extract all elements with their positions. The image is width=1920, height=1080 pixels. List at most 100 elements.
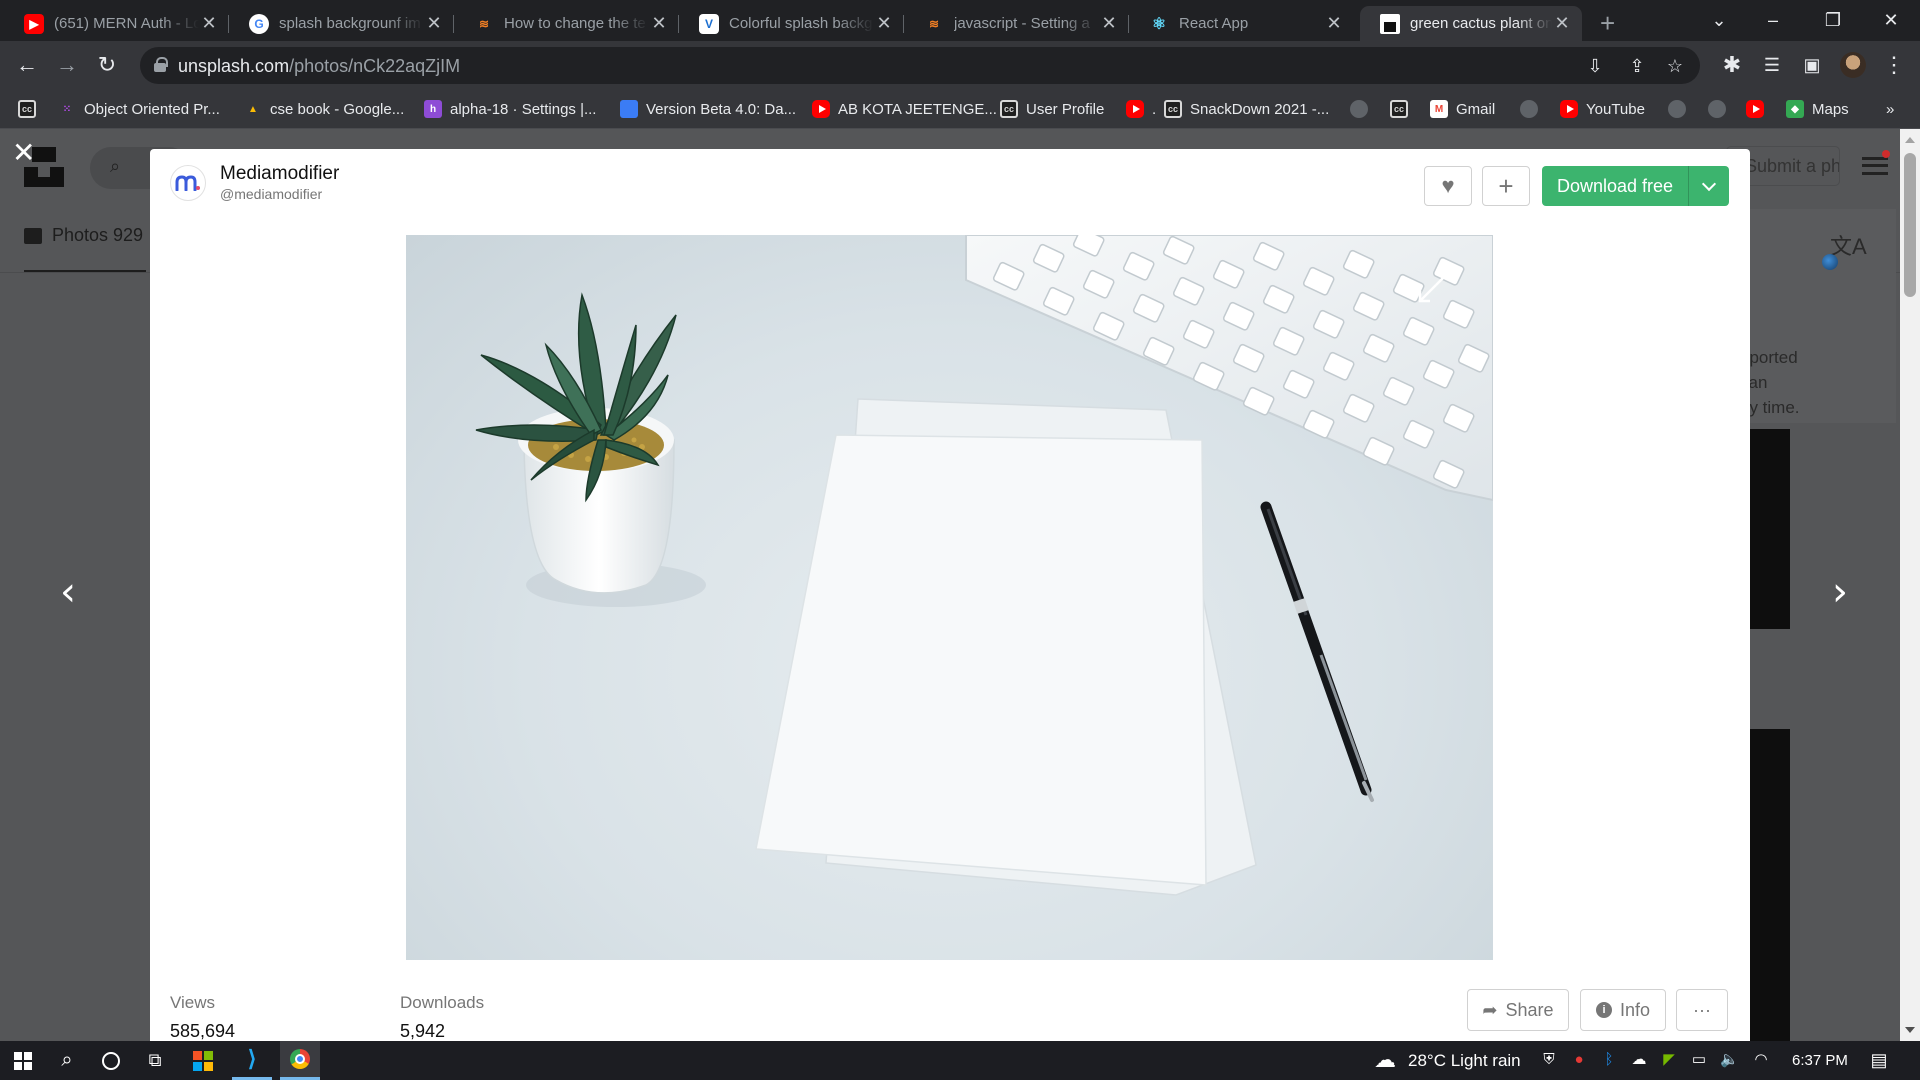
more-actions-button[interactable]: ··· — [1676, 989, 1728, 1031]
bluetooth-icon[interactable]: ᛒ — [1600, 1051, 1618, 1069]
security-shield-icon[interactable]: ⛨ — [1540, 1051, 1558, 1069]
weather-cloud-icon[interactable]: ☁ — [1370, 1049, 1400, 1071]
battery-icon[interactable]: ▭ — [1690, 1051, 1708, 1069]
search-icon[interactable]: ⌕ — [52, 1041, 82, 1080]
download-size-dropdown[interactable] — [1688, 166, 1729, 206]
close-tab-icon[interactable]: ✕ — [424, 13, 444, 34]
close-tab-icon[interactable]: ✕ — [1324, 13, 1344, 34]
address-bar[interactable]: unsplash.com/photos/nCk22aqZjIM ⇩ ⇪ ☆ — [140, 47, 1700, 84]
notification-dot — [1882, 150, 1890, 158]
author-info[interactable]: Mediamodifier @mediamodifier — [170, 163, 339, 203]
bookmark-cse-book[interactable]: ▲ cse book - Google... — [244, 98, 404, 120]
vscode-app-icon[interactable]: ⟩ — [232, 1041, 272, 1080]
restore-icon[interactable]: ❐ — [1810, 4, 1856, 36]
minimize-icon[interactable]: – — [1750, 4, 1796, 36]
author-handle[interactable]: @mediamodifier — [220, 185, 339, 203]
next-photo-arrow[interactable]: › — [1832, 569, 1848, 615]
main-photo[interactable] — [406, 235, 1493, 960]
weather-text[interactable]: 28°C Light rain — [1408, 1041, 1521, 1080]
tab-colorful-splash[interactable]: V Colorful splash backg ✕ — [679, 6, 904, 41]
add-to-collection-button[interactable]: + — [1482, 166, 1530, 206]
close-window-icon[interactable]: ✕ — [1868, 4, 1914, 36]
action-center-icon[interactable]: ▤ — [1870, 1051, 1888, 1069]
close-tab-icon[interactable]: ✕ — [1552, 13, 1572, 34]
downloads-label: Downloads — [400, 993, 485, 1012]
bookmark-snackdown[interactable]: cc SnackDown 2021 -... — [1164, 98, 1329, 120]
page-scrollbar[interactable] — [1900, 129, 1920, 1041]
bookmark-gmail[interactable]: M Gmail — [1430, 98, 1495, 120]
close-tab-icon[interactable]: ✕ — [199, 13, 219, 34]
cortana-icon[interactable] — [96, 1041, 126, 1080]
views-value: 585,694 — [170, 1021, 236, 1041]
tab-javascript-setting[interactable]: ≋ javascript - Setting a ✕ — [904, 6, 1129, 41]
author-name[interactable]: Mediamodifier — [220, 163, 339, 185]
bookmark-user-profile[interactable]: cc User Profile — [1000, 98, 1104, 120]
share-button[interactable]: ➦ Share — [1467, 989, 1569, 1031]
bookmark-alpha[interactable]: h alpha-18 · Settings |... — [424, 98, 596, 120]
back-arrow-icon[interactable]: ← — [11, 49, 43, 81]
lock-icon[interactable] — [154, 57, 168, 72]
bookmark-youtube[interactable]: YouTube — [1560, 98, 1645, 120]
new-tab-icon[interactable]: + — [1600, 8, 1615, 39]
close-tab-icon[interactable]: ✕ — [1099, 13, 1119, 34]
reload-icon[interactable]: ↻ — [91, 49, 123, 81]
forward-arrow-icon[interactable]: → — [51, 49, 83, 81]
previous-photo-arrow[interactable]: ‹ — [60, 569, 76, 615]
tab-green-cactus[interactable]: green cactus plant on ✕ — [1360, 6, 1582, 41]
scrollbar-thumb[interactable] — [1904, 153, 1916, 297]
tab-title: How to change the te — [504, 15, 646, 32]
scroll-down-arrow[interactable] — [1905, 1027, 1915, 1033]
close-modal-icon[interactable]: ✕ — [12, 139, 35, 167]
nvidia-icon[interactable]: ◤ — [1660, 1051, 1678, 1069]
browser-menu-icon[interactable]: ⋮ — [1878, 49, 1910, 81]
scroll-up-arrow[interactable] — [1905, 137, 1915, 143]
chrome-app-icon[interactable] — [280, 1041, 320, 1080]
like-button[interactable]: ♥ — [1424, 166, 1472, 206]
side-panel-icon[interactable]: ▣ — [1796, 49, 1828, 81]
install-app-icon[interactable]: ⇩ — [1580, 51, 1610, 81]
author-avatar[interactable] — [170, 165, 206, 201]
tab-splash-search[interactable]: G splash backgrounf im ✕ — [229, 6, 454, 41]
reading-list-icon[interactable]: ☰ — [1756, 49, 1788, 81]
profile-avatar[interactable] — [1840, 52, 1866, 78]
store-app-icon[interactable] — [188, 1041, 218, 1080]
windows-start-icon[interactable] — [8, 1041, 38, 1080]
task-view-icon[interactable]: ⧉ — [140, 1041, 170, 1080]
windows-taskbar: ⌕ ⧉ ⟩ ☁ 28°C Light rain ⛨ ● ᛒ ☁ ◤ ▭ 🔈 ◠ … — [0, 1041, 1920, 1080]
volume-icon[interactable]: 🔈 — [1720, 1051, 1739, 1069]
tab-react-app[interactable]: ⚛ React App ✕ — [1129, 6, 1354, 41]
bookmark-oop[interactable]: ⁙ Object Oriented Pr... — [58, 98, 220, 120]
bookmark-globe-3[interactable] — [1668, 98, 1694, 120]
bookmark-globe-4[interactable] — [1708, 98, 1734, 120]
bookmark-globe-1[interactable] — [1350, 98, 1376, 120]
extensions-icon[interactable]: ✱ — [1716, 49, 1748, 81]
tab-search-icon[interactable]: ⌄ — [1696, 4, 1742, 36]
bookmark-version-beta[interactable]: Version Beta 4.0: Da... — [620, 98, 796, 120]
bookmark-maps[interactable]: ◆ Maps — [1786, 98, 1849, 120]
share-page-icon[interactable]: ⇪ — [1622, 51, 1652, 81]
close-tab-icon[interactable]: ✕ — [874, 13, 894, 34]
bookmarks-overflow[interactable]: » — [1886, 98, 1894, 120]
info-button[interactable]: i Info — [1580, 989, 1666, 1031]
bookmark-youtube-dot[interactable]: . — [1126, 98, 1156, 120]
bookmark-globe-2[interactable] — [1520, 98, 1546, 120]
bookmark-ab-kota[interactable]: AB KOTA JEETENGE... — [812, 98, 997, 120]
tab-mern-auth[interactable]: ▶ (651) MERN Auth - Lo ✕ — [4, 6, 229, 41]
dots-icon: ⁙ — [62, 103, 72, 115]
antivirus-icon[interactable]: ● — [1570, 1051, 1588, 1069]
clock-time[interactable]: 6:37 PM — [1792, 1041, 1848, 1080]
info-icon: i — [1595, 1002, 1612, 1018]
bookmark-cc[interactable]: cc — [18, 98, 44, 120]
cloud-sync-icon[interactable]: ☁ — [1630, 1051, 1648, 1069]
youtube-icon — [812, 100, 830, 118]
bookmark-youtube-2[interactable] — [1746, 98, 1772, 120]
hamburger-menu-icon[interactable] — [1862, 150, 1890, 175]
bookmark-star-icon[interactable]: ☆ — [1660, 51, 1690, 81]
wifi-icon[interactable]: ◠ — [1752, 1051, 1770, 1069]
tab-change-text[interactable]: ≋ How to change the te ✕ — [454, 6, 679, 41]
url-text[interactable]: unsplash.com/photos/nCk22aqZjIM — [178, 56, 460, 77]
tab-photos[interactable]: Photos 929 — [24, 225, 143, 246]
bookmark-cc-2[interactable]: cc — [1390, 98, 1416, 120]
close-tab-icon[interactable]: ✕ — [649, 13, 669, 34]
download-free-button[interactable]: Download free — [1542, 166, 1688, 206]
